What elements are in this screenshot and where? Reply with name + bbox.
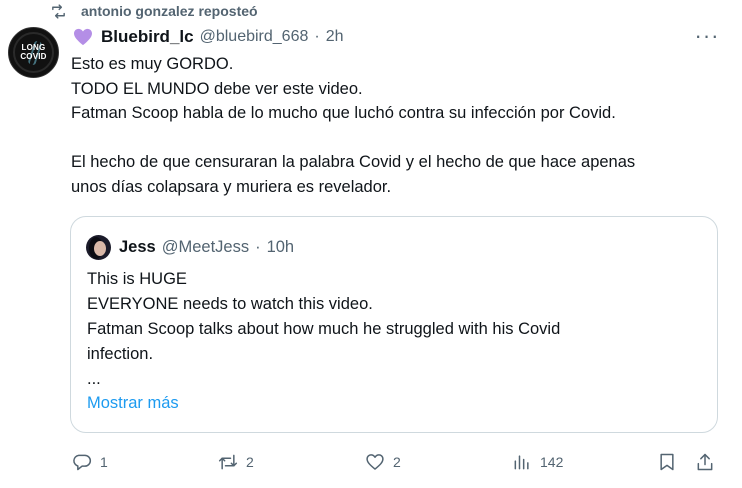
views-icon	[514, 455, 529, 470]
tweet-line: TODO EL MUNDO debe ver este video.	[71, 79, 363, 98]
quoted-line: ...	[87, 370, 101, 388]
purple-heart-icon	[74, 28, 92, 46]
quoted-timestamp: 10h	[266, 237, 295, 256]
share-icon	[697, 453, 713, 471]
reply-count: 1	[100, 454, 108, 470]
timestamp[interactable]: 2h	[326, 28, 344, 46]
separator-dot: ·	[255, 237, 261, 256]
repost-icon	[218, 454, 238, 470]
quoted-author-name: Jess	[119, 237, 156, 256]
repost-button[interactable]: 2	[218, 447, 254, 477]
more-icon[interactable]: ···	[694, 23, 720, 48]
quoted-tweet-body: This is HUGE EVERYONE needs to watch thi…	[87, 267, 707, 392]
quoted-line: EVERYONE needs to watch this video.	[87, 295, 373, 313]
author-handle[interactable]: @bluebird_668	[200, 28, 309, 46]
quoted-avatar	[86, 234, 111, 260]
tweet-header: Bluebird_lc @bluebird_668 · 2h	[73, 26, 343, 48]
views-button[interactable]: 142	[512, 447, 563, 477]
bookmark-button[interactable]	[657, 447, 677, 477]
quoted-tweet[interactable]: Jess @MeetJess · 10h This is HUGE EVERYO…	[70, 216, 718, 433]
share-button[interactable]	[695, 447, 715, 477]
heart-icon	[366, 454, 384, 470]
show-more-link[interactable]: Mostrar más	[87, 394, 179, 413]
reply-button[interactable]: 1	[72, 447, 108, 477]
like-count: 2	[393, 454, 401, 470]
repost-icon	[52, 3, 65, 19]
repost-context-text: antonio gonzalez reposteó	[81, 3, 258, 19]
tweet-body: Esto es muy GORDO. TODO EL MUNDO debe ve…	[71, 52, 721, 199]
action-bar: 1 2 2 142	[70, 447, 720, 477]
tweet-line: Esto es muy GORDO.	[71, 55, 234, 73]
avatar-face	[94, 240, 106, 256]
repost-context[interactable]: antonio gonzalez reposteó	[50, 1, 258, 21]
views-count: 142	[540, 454, 564, 470]
repost-count: 2	[246, 454, 254, 470]
tweet-line: unos días colapsara y muriera es revelad…	[71, 177, 392, 196]
author-name[interactable]: Bluebird_lc	[101, 27, 194, 47]
quoted-line: infection.	[87, 345, 154, 363]
avatar-logo-text: LONG COVID	[20, 43, 47, 61]
quoted-line: This is HUGE	[87, 270, 187, 288]
tweet-line: Fatman Scoop habla de lo mucho que luchó…	[71, 104, 616, 122]
like-button[interactable]: 2	[365, 447, 401, 477]
tweet-line: El hecho de que censuraran la palabra Co…	[71, 153, 636, 171]
avatar[interactable]: LONG COVID	[8, 27, 59, 78]
reply-icon	[73, 454, 92, 471]
quoted-author-handle: @MeetJess	[161, 237, 250, 256]
separator-dot: ·	[314, 28, 320, 45]
quoted-line: Fatman Scoop talks about how much he str…	[87, 320, 561, 338]
quoted-tweet-header: Jess @MeetJess · 10h	[86, 234, 295, 260]
bookmark-icon	[660, 453, 674, 471]
